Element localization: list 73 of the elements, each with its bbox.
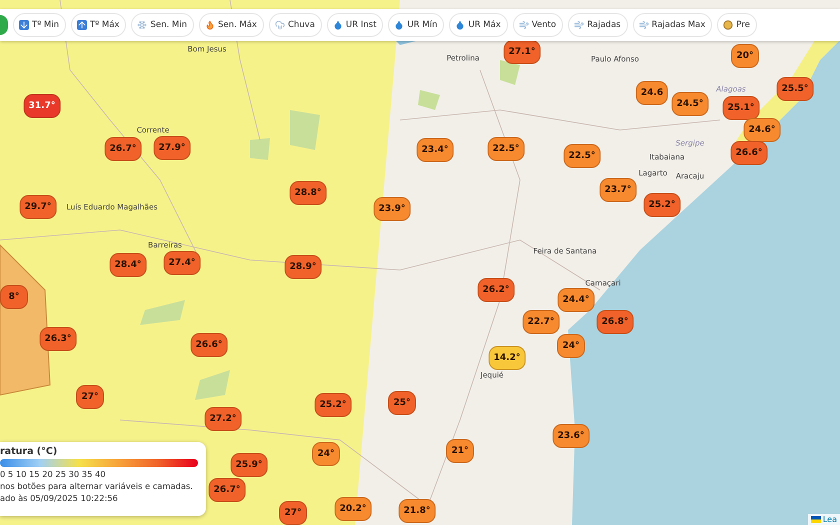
flame-icon xyxy=(204,20,215,30)
temperature-marker[interactable]: 27.1° xyxy=(504,40,540,64)
scale-labels: 0 5 10 15 20 25 30 35 40 xyxy=(0,469,107,479)
temperature-marker[interactable]: 20.2° xyxy=(334,497,372,521)
temperature-marker[interactable]: 26.8° xyxy=(596,310,634,334)
layer-button[interactable]: UR Inst xyxy=(326,13,384,37)
temperature-marker[interactable]: 25.9° xyxy=(230,453,268,477)
temperature-marker[interactable]: 27.2° xyxy=(204,407,242,431)
layer-button[interactable]: Rajadas Max xyxy=(632,13,712,37)
temperature-marker[interactable]: 14.2° xyxy=(488,346,526,370)
temperature-marker[interactable]: 26.6° xyxy=(190,333,228,357)
rain-cloud-icon xyxy=(274,20,285,30)
layer-button[interactable]: Tº Min xyxy=(13,13,66,37)
legend-hint: nos botões para alternar variáveis e camadas. xyxy=(0,481,194,491)
wind-icon xyxy=(518,20,529,30)
temperature-marker[interactable]: 27.4° xyxy=(164,251,200,275)
snowflake-icon xyxy=(137,20,148,30)
layer-button[interactable]: Rajadas xyxy=(568,13,628,37)
flag-icon xyxy=(810,516,821,523)
temperature-marker[interactable]: 28.4° xyxy=(110,253,146,277)
droplet-icon xyxy=(455,20,466,30)
temperature-marker[interactable]: 8° xyxy=(0,285,28,309)
update-time: ado às 05/09/2025 10:22:56 xyxy=(0,493,119,503)
attribution-text[interactable]: Lea xyxy=(822,515,837,524)
arrow-up-icon xyxy=(76,20,87,30)
temperature-marker[interactable]: 25.2° xyxy=(644,193,680,217)
layer-button[interactable]: Tº Máx xyxy=(70,13,126,37)
temperature-marker[interactable]: 24° xyxy=(557,334,585,358)
temperature-marker[interactable]: 31.7° xyxy=(24,94,60,118)
temperature-marker[interactable]: 25.1° xyxy=(722,96,760,120)
temperature-marker[interactable]: 23.9° xyxy=(374,197,410,221)
temperature-marker[interactable]: 24.6 xyxy=(636,81,668,105)
temperature-marker[interactable]: 25.5° xyxy=(776,77,814,101)
droplet-icon xyxy=(332,20,343,30)
attribution-link[interactable]: Lea xyxy=(808,514,840,525)
layer-button[interactable]: UR Máx xyxy=(449,13,508,37)
temperature-marker[interactable]: 21.8° xyxy=(398,499,436,523)
temperature-marker[interactable]: 25.2° xyxy=(314,393,352,417)
layer-button[interactable]: Sen. Min xyxy=(131,13,194,37)
droplet-icon xyxy=(394,20,404,30)
temperature-marker[interactable]: 23.6° xyxy=(552,424,590,448)
layer-button[interactable]: UR Mín xyxy=(388,13,444,37)
temperature-marker[interactable]: 23.7° xyxy=(600,178,636,202)
temperature-marker[interactable]: 22.5° xyxy=(564,144,600,168)
layer-button[interactable]: Pre xyxy=(717,13,757,37)
layer-button[interactable]: Chuva xyxy=(268,13,322,37)
layer-button[interactable]: Vento xyxy=(512,13,564,37)
wind-icon xyxy=(574,20,584,30)
temperature-marker[interactable]: 28.9° xyxy=(284,255,322,279)
temperature-marker[interactable]: 24.5° xyxy=(672,92,708,116)
temperature-marker[interactable]: 21° xyxy=(446,439,474,463)
temperature-marker[interactable]: 26.7° xyxy=(104,137,142,161)
arrow-down-icon xyxy=(19,20,29,30)
temperature-marker[interactable]: 27° xyxy=(279,501,307,525)
temperature-marker[interactable]: 26.7° xyxy=(208,478,246,502)
temperature-marker[interactable]: 20° xyxy=(731,44,759,68)
temperature-marker[interactable]: 26.3° xyxy=(40,327,76,351)
temperature-marker[interactable]: 24.4° xyxy=(558,288,594,312)
legend-title: ratura (°C) xyxy=(0,446,58,457)
temperature-marker[interactable]: 22.5° xyxy=(488,137,524,161)
temperature-marker[interactable]: 26.6° xyxy=(730,141,768,165)
layer-button[interactable]: Sen. Máx xyxy=(198,13,264,37)
temperature-marker[interactable]: 29.7° xyxy=(20,195,56,219)
temperature-marker[interactable]: 23.4° xyxy=(416,138,454,162)
temperature-marker[interactable]: 24° xyxy=(312,442,340,466)
temperature-marker[interactable]: 28.8° xyxy=(290,181,326,205)
temperature-marker[interactable]: 27.9° xyxy=(154,136,190,160)
temperature-marker[interactable]: 25° xyxy=(388,391,416,415)
temperature-marker[interactable]: 24.6° xyxy=(744,118,780,142)
temperature-marker[interactable]: 27° xyxy=(76,385,104,409)
wind-icon xyxy=(638,20,649,30)
temperature-marker[interactable]: 26.2° xyxy=(478,278,514,302)
temperature-marker[interactable]: 22.7° xyxy=(522,310,560,334)
